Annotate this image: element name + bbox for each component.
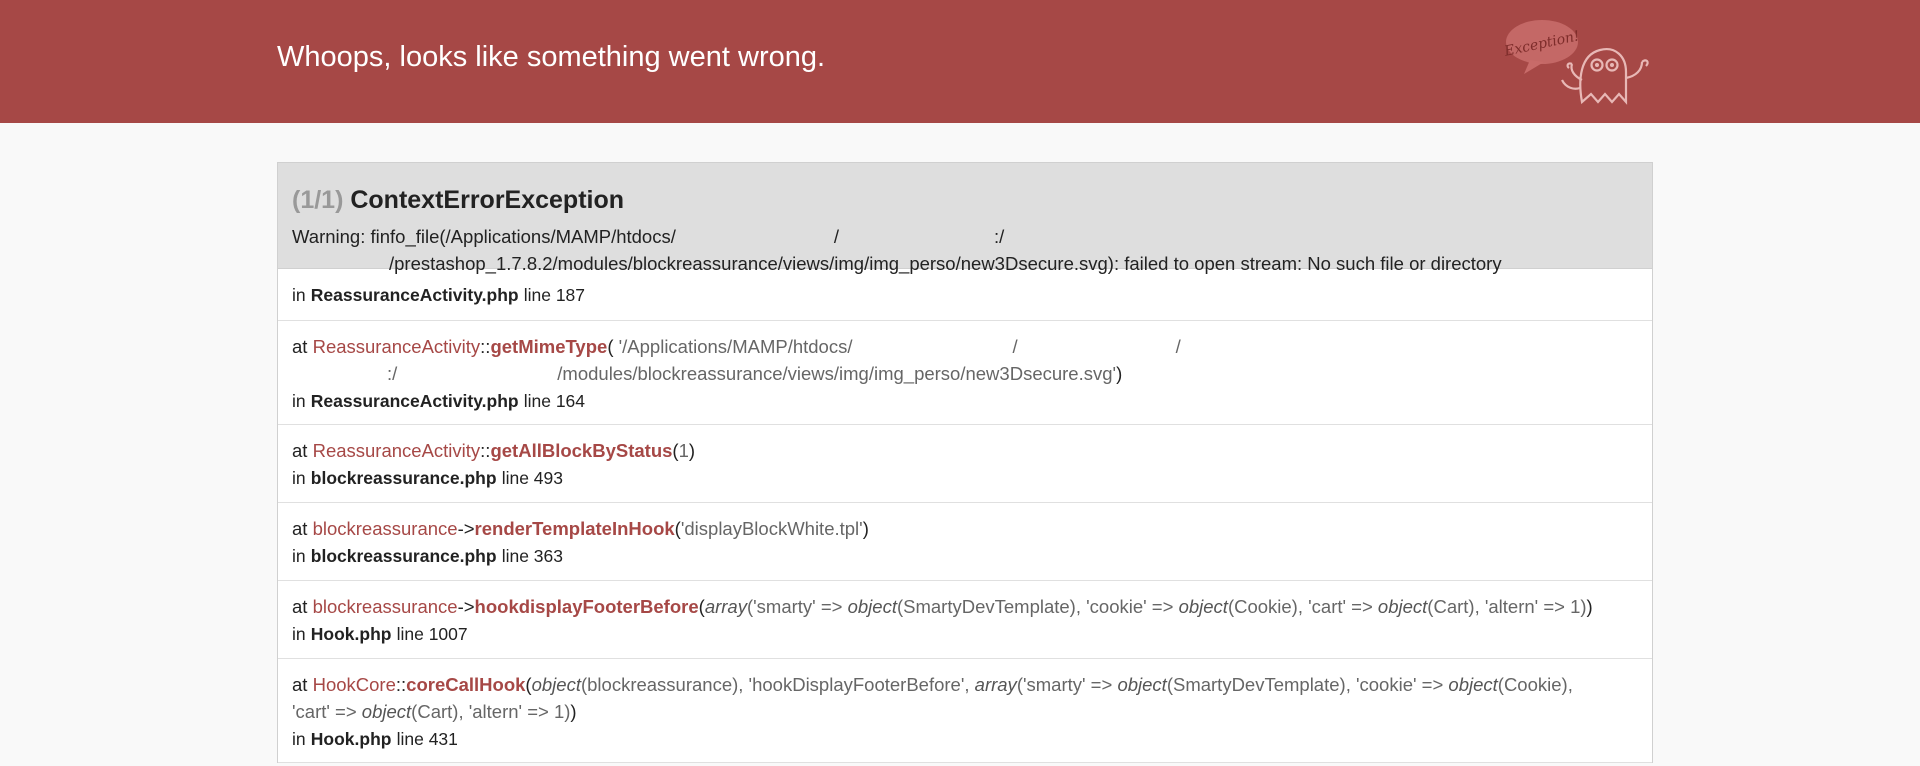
in-label: in (292, 729, 306, 749)
frame-class[interactable]: blockreassurance (313, 518, 458, 539)
frame-function[interactable]: getAllBlockByStatus (490, 440, 672, 461)
page-title: Whoops, looks like something went wrong. (277, 41, 826, 73)
exception-message: Warning: finfo_file(/Applications/MAMP/h… (292, 223, 1638, 277)
in-label: in (292, 468, 306, 488)
frame-args: / (1175, 336, 1181, 357)
frame-args: array('smarty' => object(SmartyDevTempla… (704, 596, 1587, 617)
frame-args: / (1012, 336, 1018, 357)
frame-class[interactable]: ReassuranceActivity (313, 440, 481, 461)
trace-frame: at ReassuranceActivity::getMimeType( '/A… (278, 321, 1652, 425)
exception-class: ContextErrorException (350, 186, 625, 214)
frame-args-continuation: 'cart' => object(Cart), 'altern' => 1) (292, 701, 571, 722)
trace-line: line 363 (501, 546, 563, 566)
frame-args-continuation: :/ /modules/blockreassurance/views/img/im… (387, 363, 1123, 384)
exception-panel: (1/1) ContextErrorException Warning: fin… (277, 162, 1653, 763)
frame-function[interactable]: getMimeType (490, 336, 607, 357)
message-continuation: /prestashop_1.7.8.2/modules/blockreassur… (389, 253, 1502, 274)
trace-frame: at blockreassurance->hookdisplayFooterBe… (278, 581, 1652, 659)
frame-args: 1 (678, 440, 689, 461)
trace-file: blockreassurance.php (310, 546, 497, 566)
trace-line: line 431 (396, 729, 458, 749)
in-label: in (292, 624, 306, 644)
frame-operator: :: (480, 440, 491, 461)
exception-title: (1/1) ContextErrorException (292, 188, 1638, 213)
in-label: in (292, 546, 306, 566)
frame-function[interactable]: hookdisplayFooterBefore (475, 596, 699, 617)
at-label: at (292, 596, 308, 617)
frame-operator: :: (395, 674, 407, 695)
message-separator: :/ (994, 226, 1005, 247)
trace-file: Hook.php (310, 729, 392, 749)
page-header: Whoops, looks like something went wrong.… (0, 0, 1920, 123)
trace-line: line 493 (501, 468, 563, 488)
trace-frame: at blockreassurance->renderTemplateInHoo… (278, 503, 1652, 581)
exception-header: (1/1) ContextErrorException Warning: fin… (277, 162, 1653, 274)
stack-trace: in ReassuranceActivity.php line 187 at R… (277, 269, 1653, 763)
trace-file: ReassuranceActivity.php (310, 391, 519, 411)
frame-operator: -> (457, 596, 475, 617)
trace-file: ReassuranceActivity.php (310, 285, 519, 305)
frame-args: '/Applications/MAMP/htdocs/ (618, 336, 853, 357)
exception-count: (1/1) (292, 186, 344, 214)
trace-file: blockreassurance.php (310, 468, 497, 488)
frame-args: /modules/blockreassurance/views/img/img_… (557, 363, 1117, 384)
frame-args: 'displayBlockWhite.tpl' (680, 518, 863, 539)
frame-function[interactable]: renderTemplateInHook (475, 518, 675, 539)
trace-frame: at HookCore::coreCallHook(object(blockre… (278, 659, 1652, 763)
in-label: in (292, 391, 306, 411)
frame-class[interactable]: HookCore (313, 674, 396, 695)
at-label: at (292, 518, 308, 539)
trace-frame: at ReassuranceActivity::getAllBlockBySta… (278, 425, 1652, 503)
frame-class[interactable]: blockreassurance (313, 596, 458, 617)
message-separator: / (833, 226, 840, 247)
frame-operator: -> (457, 518, 475, 539)
frame-args: object(blockreassurance), 'hookDisplayFo… (531, 674, 1573, 695)
in-label: in (292, 285, 306, 305)
frame-class[interactable]: ReassuranceActivity (313, 336, 481, 357)
frame-args: :/ (387, 363, 398, 384)
trace-line: line 1007 (396, 624, 468, 644)
message-part: Warning: finfo_file(/Applications/MAMP/h… (292, 226, 676, 247)
trace-file: Hook.php (310, 624, 392, 644)
at-label: at (292, 440, 308, 461)
at-label: at (292, 674, 308, 695)
ghost-mascot-icon: Exception! (1502, 20, 1649, 105)
at-label: at (292, 336, 308, 357)
trace-line: line 164 (523, 391, 586, 411)
frame-function[interactable]: coreCallHook (406, 674, 525, 695)
frame-operator: :: (480, 336, 491, 357)
trace-line: line 187 (523, 285, 586, 305)
